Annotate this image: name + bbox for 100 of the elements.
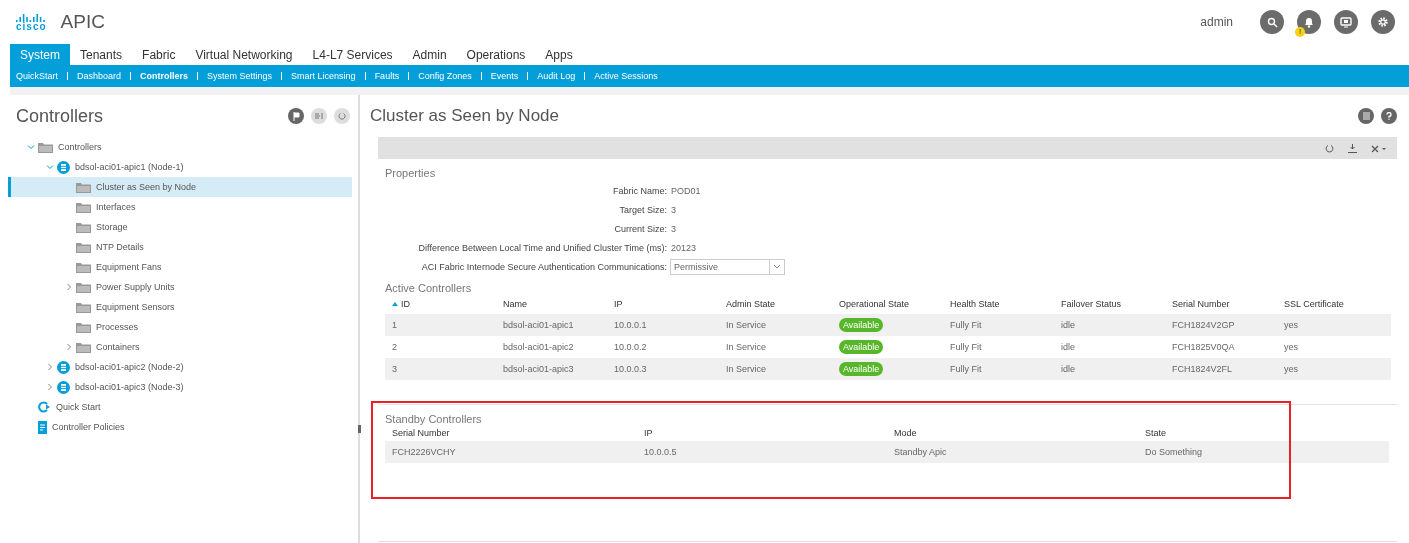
search-button[interactable] (1260, 10, 1284, 34)
column-header[interactable]: IP (607, 299, 719, 309)
column-header[interactable]: IP (637, 428, 887, 438)
property-value: POD01 (671, 185, 701, 196)
monitor-icon (1340, 16, 1352, 28)
notification-badge: ! (1295, 27, 1305, 37)
table-cell-text: idle (1060, 342, 1076, 352)
flag-button[interactable] (288, 108, 304, 124)
sort-icon (392, 302, 398, 306)
refresh-icon[interactable] (1325, 143, 1334, 153)
server-icon (57, 380, 70, 394)
table-cell-text: 2 (391, 342, 398, 352)
tree-item[interactable]: Equipment Fans (8, 257, 352, 277)
page-title: Cluster as Seen by Node (370, 106, 560, 126)
flag-icon (292, 111, 300, 121)
column-header[interactable]: ID (385, 299, 496, 309)
property-label: Difference Between Local Time and Unified Cluster Time (ms): (417, 242, 667, 253)
chevron-icon[interactable] (65, 283, 73, 291)
user-name[interactable]: admin (1200, 15, 1233, 29)
column-header[interactable]: Serial Number (385, 428, 637, 438)
column-header[interactable]: Health State (943, 299, 1054, 309)
dropdown-field[interactable]: Permissive (670, 258, 785, 275)
table-cell-text: bdsol-aci01-apic1 (502, 320, 575, 330)
column-header[interactable]: Serial Number (1165, 299, 1277, 309)
tree-item[interactable]: Quick Start (8, 397, 352, 417)
download-icon[interactable] (1348, 143, 1357, 153)
table-cell-text: yes (1283, 320, 1299, 330)
chevron-icon[interactable] (65, 343, 73, 351)
property-label: Fabric Name: (612, 185, 667, 196)
column-header[interactable]: Name (496, 299, 607, 309)
nav-tab[interactable]: Admin (402, 44, 457, 65)
column-header[interactable]: State (1138, 428, 1391, 438)
folder-icon (76, 241, 91, 253)
tree-item[interactable]: Controller Policies (8, 417, 352, 437)
nav-tab[interactable]: Fabric (132, 44, 186, 65)
table-cell-text: Do Something (1144, 447, 1204, 457)
folder-icon (38, 141, 53, 153)
tree-item[interactable]: Containers (8, 337, 352, 357)
notifications-button[interactable]: ! (1297, 10, 1321, 34)
tree-item[interactable]: Controllers (8, 137, 352, 157)
property-label: Target Size: (618, 204, 667, 215)
folder-icon (76, 221, 91, 233)
section-heading: Standby Controllers (385, 413, 483, 425)
column-header[interactable]: Mode (887, 428, 1138, 438)
chevron-icon[interactable] (46, 163, 54, 171)
table-cell-text: FCH1824V2FL (1171, 364, 1234, 374)
column-header[interactable]: Failover Status (1054, 299, 1165, 309)
save-button[interactable] (1358, 108, 1374, 124)
sidebar-title: Controllers (16, 105, 105, 127)
tree-item[interactable]: Equipment Sensors (8, 297, 352, 317)
column-header[interactable]: SSL Certificate (1277, 299, 1391, 309)
table-cell-text: 10.0.0.5 (643, 447, 678, 457)
table-cell-text: bdsol-aci01-apic3 (502, 364, 575, 374)
chevron-icon[interactable] (46, 383, 54, 391)
property-value: 3 (671, 223, 676, 234)
help-button[interactable] (1381, 108, 1397, 124)
table-cell-text: In Service (725, 342, 768, 352)
tree-item[interactable]: bdsol-aci01-apic3 (Node-3) (8, 377, 352, 397)
collapse-button[interactable] (311, 108, 327, 124)
status-badge: Available (839, 362, 884, 376)
caret-icon (773, 264, 781, 269)
nav-tab[interactable]: Operations (456, 44, 536, 65)
display-button[interactable] (1334, 10, 1358, 34)
table-cell-text: 3 (391, 364, 398, 374)
column-header[interactable]: Admin State (719, 299, 832, 309)
folder-icon (76, 341, 91, 353)
tree-item[interactable]: bdsol-aci01-apic2 (Node-2) (8, 357, 352, 377)
refresh-button[interactable] (334, 108, 350, 124)
quickstart-icon (38, 401, 51, 413)
nav-tab[interactable]: Apps (535, 44, 583, 65)
settings-button[interactable] (1371, 10, 1395, 34)
document-icon (1362, 112, 1370, 120)
table-cell-text: yes (1283, 342, 1299, 352)
logo-text: cisco (16, 22, 47, 32)
status-badge: Available (839, 340, 884, 354)
tree-item[interactable]: NTP Details (8, 237, 352, 257)
nav-tab[interactable]: Tenants (70, 44, 133, 65)
table-cell-text: In Service (725, 364, 768, 374)
tree-item[interactable]: bdsol-aci01-apic1 (Node-1) (8, 157, 352, 177)
column-header[interactable]: Operational State (832, 299, 943, 309)
table-cell-text: idle (1060, 364, 1076, 374)
folder-icon (76, 281, 91, 293)
bell-icon (1303, 16, 1315, 28)
property-value: 3 (671, 204, 676, 215)
tree-item[interactable]: Cluster as Seen by Node (8, 177, 352, 197)
nav-tab[interactable]: L4-L7 Services (302, 44, 403, 65)
folder-icon (76, 321, 91, 333)
tree-item[interactable]: Storage (8, 217, 352, 237)
chevron-icon[interactable] (46, 363, 54, 371)
tree-item[interactable]: Power Supply Units (8, 277, 352, 297)
table-cell-text: Fully Fit (949, 364, 983, 374)
nav-tab[interactable]: Virtual Networking (185, 44, 303, 65)
folder-icon (76, 181, 91, 193)
tree-item[interactable]: Processes (8, 317, 352, 337)
logo-bars-icon (16, 12, 47, 22)
table-cell-text: Fully Fit (949, 342, 983, 352)
tree-item[interactable]: Interfaces (8, 197, 352, 217)
table-cell-text: 1 (391, 320, 398, 330)
chevron-icon[interactable] (27, 143, 35, 151)
table-cell-text: 10.0.0.1 (613, 320, 648, 330)
